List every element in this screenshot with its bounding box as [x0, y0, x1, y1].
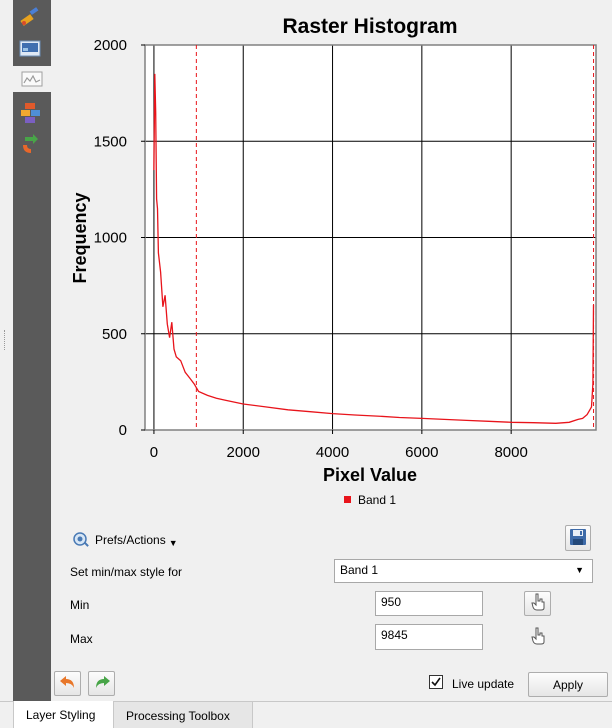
undo-button[interactable] [54, 671, 81, 696]
band-select-value: Band 1 [340, 563, 379, 577]
legend-label: Band 1 [358, 493, 396, 507]
x-tick-label: 8000 [494, 444, 527, 461]
y-tick-label: 0 [119, 422, 127, 439]
x-tick-label: 0 [150, 444, 158, 461]
pick-min-button[interactable] [524, 591, 551, 616]
prefs-actions-label: Prefs/Actions [95, 533, 166, 547]
band-select[interactable]: Band 1 ▼ [334, 559, 593, 583]
redo-button[interactable] [88, 671, 115, 696]
x-tick-label: 2000 [227, 444, 260, 461]
histogram-icon[interactable] [13, 66, 51, 92]
y-axis-label: Frequency [70, 192, 90, 283]
min-value: 950 [381, 595, 402, 609]
chevron-down-icon: ▼ [168, 538, 178, 548]
undo-icon [59, 674, 77, 693]
tab-layer-styling-label: Layer Styling [26, 708, 96, 722]
min-value-field[interactable]: 950 [375, 591, 483, 616]
x-tick-label: 6000 [405, 444, 438, 461]
histogram-plot: Raster Histogram 0 2000 4000 6000 8000 0 500 10… [70, 15, 597, 507]
style-dock-toolstrip [13, 0, 51, 701]
pick-max-button[interactable] [524, 625, 551, 650]
dock-resize-grip[interactable] [4, 330, 9, 350]
max-value-field[interactable]: 9845 [375, 624, 483, 650]
apply-label: Apply [552, 677, 584, 692]
legend-swatch [344, 496, 351, 503]
chart-title: Raster Histogram [282, 15, 457, 38]
layer-style-icon[interactable] [17, 101, 43, 125]
y-tick-label: 1000 [94, 230, 127, 247]
y-tick-label: 500 [102, 326, 127, 343]
hand-pointer-icon [530, 627, 546, 648]
redo-icon [93, 674, 111, 693]
save-histogram-button[interactable] [565, 525, 591, 551]
histogram-chart: Raster Histogram 0 2000 4000 6000 8000 0 500 10… [60, 0, 612, 520]
raster-info-icon[interactable] [17, 37, 43, 61]
apply-button[interactable]: Apply [528, 672, 608, 697]
y-tick-label: 1500 [94, 133, 127, 150]
y-tick-label: 2000 [94, 37, 127, 54]
x-tick-label: 4000 [316, 444, 349, 461]
x-axis-label: Pixel Value [323, 465, 417, 485]
save-icon [569, 528, 587, 549]
prefs-gear-icon [72, 531, 90, 549]
max-label: Max [70, 632, 93, 646]
paintbrush-icon[interactable] [17, 4, 43, 28]
hand-pointer-icon [530, 593, 546, 614]
tab-processing-toolbox-label: Processing Toolbox [126, 709, 230, 723]
tab-layer-styling[interactable]: Layer Styling [13, 701, 114, 728]
min-label: Min [70, 598, 90, 612]
max-value: 9845 [381, 628, 408, 642]
history-icon[interactable] [17, 132, 43, 156]
live-update-label: Live update [452, 677, 515, 691]
prefs-actions-button[interactable]: Prefs/Actions ▼ [72, 530, 178, 550]
chevron-down-icon: ▼ [575, 565, 584, 575]
checkmark-icon [430, 677, 442, 691]
minmax-style-label: Set min/max style for [70, 565, 183, 579]
live-update-checkbox[interactable] [429, 675, 443, 689]
dock-tab-bar: Layer Styling Processing Toolbox [0, 701, 612, 728]
tab-processing-toolbox[interactable]: Processing Toolbox [114, 702, 253, 728]
